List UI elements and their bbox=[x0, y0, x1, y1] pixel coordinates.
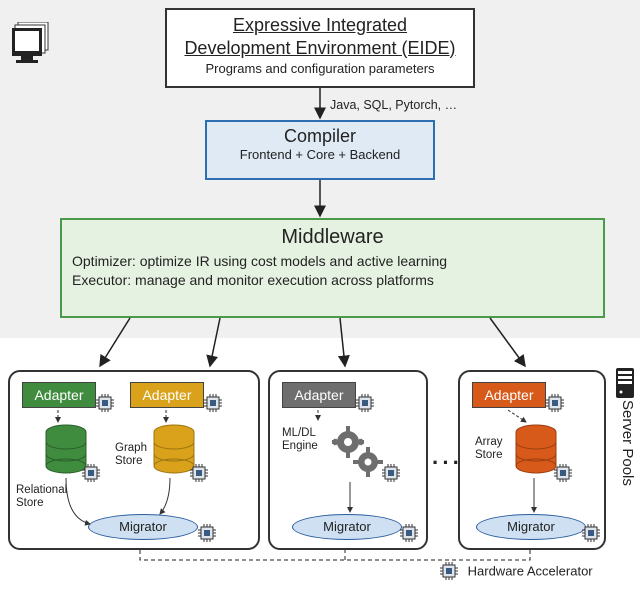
legend-text: Hardware Accelerator bbox=[468, 564, 593, 579]
relational-store-label: Relational Store bbox=[16, 484, 67, 509]
server-pools-label: Server Pools bbox=[619, 400, 636, 486]
chip-icon bbox=[96, 394, 114, 412]
compiler-box: Compiler Frontend + Core + Backend bbox=[205, 120, 435, 180]
optimizer-desc: optimize IR using cost models and active… bbox=[140, 253, 447, 269]
engine-box-relational-graph: Adapter Adapter Relational Store Graph S… bbox=[8, 370, 260, 550]
migrator-oval: Migrator bbox=[292, 514, 402, 540]
engine-box-mldl: Adapter ML/DL Engine Migrator bbox=[268, 370, 428, 550]
chip-icon bbox=[190, 464, 208, 482]
middleware-title: Middleware bbox=[72, 226, 593, 249]
array-store-label: Array Store bbox=[475, 436, 503, 461]
adapter-orange: Adapter bbox=[472, 382, 546, 408]
engine-box-array: Adapter Array Store Migrator bbox=[458, 370, 606, 550]
migrator-oval: Migrator bbox=[88, 514, 198, 540]
graph-store-label: Graph Store bbox=[115, 442, 147, 467]
chip-icon bbox=[546, 394, 564, 412]
compiler-subtitle: Frontend + Core + Backend bbox=[207, 147, 433, 162]
chip-icon bbox=[198, 524, 216, 542]
chip-icon bbox=[204, 394, 222, 412]
middleware-executor-line: Executor: manage and monitor execution a… bbox=[72, 272, 593, 288]
chip-icon bbox=[582, 524, 600, 542]
eide-box: Expressive Integrated Development Enviro… bbox=[165, 8, 475, 88]
mldl-engine-label: ML/DL Engine bbox=[282, 427, 318, 452]
compiler-title: Compiler bbox=[207, 126, 433, 147]
chip-icon bbox=[400, 524, 418, 542]
optimizer-label: Optimizer: bbox=[72, 253, 136, 269]
migrator-oval: Migrator bbox=[476, 514, 586, 540]
chip-icon bbox=[82, 464, 100, 482]
server-icon bbox=[616, 368, 634, 401]
middleware-optimizer-line: Optimizer: optimize IR using cost models… bbox=[72, 253, 593, 269]
adapter-gold: Adapter bbox=[130, 382, 204, 408]
eide-title: Expressive Integrated Development Enviro… bbox=[167, 14, 473, 59]
chip-icon bbox=[382, 464, 400, 482]
executor-label: Executor: bbox=[72, 272, 131, 288]
eide-subtitle: Programs and configuration parameters bbox=[167, 61, 473, 76]
legend-hardware-accelerator: Hardware Accelerator bbox=[440, 562, 593, 580]
chip-icon bbox=[554, 464, 572, 482]
middleware-box: Middleware Optimizer: optimize IR using … bbox=[60, 218, 605, 318]
adapter-gray: Adapter bbox=[282, 382, 356, 408]
executor-desc: manage and monitor execution across plat… bbox=[135, 272, 434, 288]
gears-icon bbox=[328, 422, 386, 483]
workstation-icon bbox=[12, 22, 54, 67]
languages-label: Java, SQL, Pytorch, … bbox=[330, 98, 457, 112]
adapter-green: Adapter bbox=[22, 382, 96, 408]
database-icon-orange bbox=[514, 424, 558, 474]
chip-icon bbox=[440, 562, 458, 580]
chip-icon bbox=[356, 394, 374, 412]
